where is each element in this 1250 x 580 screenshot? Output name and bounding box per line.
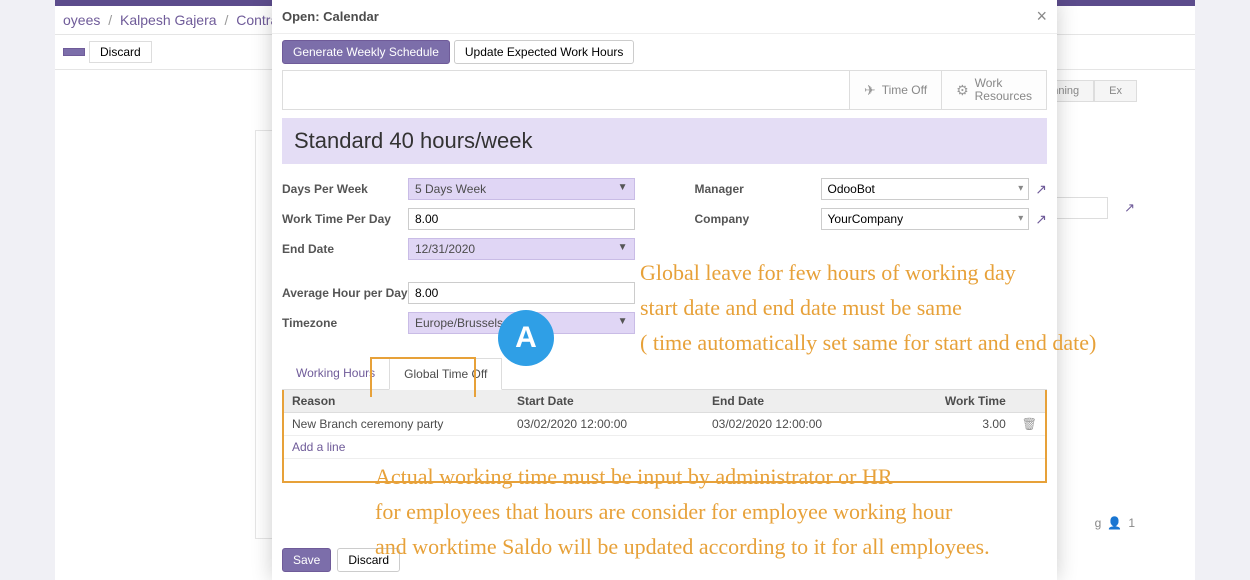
time-off-stat-button[interactable]: ✈ Time Off — [849, 71, 941, 109]
th-start-date: Start Date — [509, 390, 704, 413]
company-input[interactable] — [821, 208, 1030, 230]
status-ex[interactable]: Ex — [1094, 80, 1137, 102]
cell-start[interactable]: 03/02/2020 12:00:00 — [509, 413, 704, 436]
annotation-badge-a: A — [498, 310, 554, 366]
work-resources-stat-button[interactable]: ⚙ Work Resources — [941, 71, 1046, 109]
add-line-row: Add a line — [284, 436, 1045, 459]
close-icon[interactable]: × — [1036, 6, 1047, 27]
company-label: Company — [695, 212, 821, 228]
modal-title: Open: Calendar — [282, 9, 379, 24]
annotation-text-1: Global leave for few hours of working da… — [640, 255, 1210, 361]
save-button[interactable]: Save — [282, 548, 331, 572]
external-link-icon[interactable]: ↗ — [1035, 211, 1047, 228]
external-link-icon[interactable]: ↗ — [1035, 181, 1047, 198]
stat-buttons: ✈ Time Off ⚙ Work Resources — [282, 70, 1047, 110]
end-date-input[interactable]: 12/31/2020 — [408, 238, 635, 260]
chevron-down-icon[interactable]: ▾ — [1018, 183, 1023, 194]
th-reason: Reason — [284, 390, 509, 413]
cell-end[interactable]: 03/02/2020 12:00:00 — [704, 413, 894, 436]
days-per-week-select[interactable]: 5 Days Week — [408, 178, 635, 200]
chevron-down-icon[interactable]: ▾ — [1018, 213, 1023, 224]
timezone-label: Timezone — [282, 316, 408, 332]
cell-reason[interactable]: New Branch ceremony party — [284, 413, 509, 436]
gears-icon: ⚙ — [956, 82, 969, 99]
table-header-row: Reason Start Date End Date Work Time — [284, 390, 1045, 413]
avg-hour-per-day-label: Average Hour per Day — [282, 286, 408, 302]
annotation-text-2: Actual working time must be input by adm… — [375, 459, 1210, 565]
update-expected-work-hours-button[interactable]: Update Expected Work Hours — [454, 40, 635, 64]
modal-tabs: Working Hours Global Time Off — [282, 358, 1047, 390]
save-button[interactable] — [63, 48, 85, 56]
add-line-link[interactable]: Add a line — [284, 436, 1045, 459]
tab-global-time-off[interactable]: Global Time Off — [389, 358, 502, 390]
days-per-week-label: Days Per Week — [282, 182, 408, 198]
time-off-label: Time Off — [882, 83, 927, 97]
end-date-label: End Date — [282, 242, 408, 258]
manager-label: Manager — [695, 182, 821, 198]
external-link-icon[interactable]: ↗ — [1124, 200, 1135, 216]
tab-working-hours[interactable]: Working Hours — [282, 358, 389, 389]
modal-header: Open: Calendar × — [272, 0, 1057, 34]
breadcrumb-part[interactable]: Kalpesh Gajera — [120, 12, 217, 28]
breadcrumb-part[interactable]: oyees — [63, 12, 100, 28]
table-row[interactable]: New Branch ceremony party 03/02/2020 12:… — [284, 413, 1045, 436]
trash-icon[interactable]: 🗑 — [1022, 417, 1037, 431]
th-work-time: Work Time — [894, 390, 1014, 413]
generate-weekly-schedule-button[interactable]: Generate Weekly Schedule — [282, 40, 450, 64]
manager-input[interactable] — [821, 178, 1030, 200]
th-end-date: End Date — [704, 390, 894, 413]
work-time-per-day-label: Work Time Per Day — [282, 212, 408, 228]
calendar-name-input[interactable] — [282, 118, 1047, 164]
work-time-per-day-input[interactable] — [408, 208, 635, 230]
resources-label: Resources — [975, 90, 1032, 103]
form-left-col: Days Per Week 5 Days Week Work Time Per … — [282, 178, 635, 342]
cell-worktime[interactable]: 3.00 — [894, 413, 1014, 436]
plane-icon: ✈ — [864, 82, 876, 99]
discard-button[interactable]: Discard — [89, 41, 152, 63]
avg-hour-per-day-input[interactable] — [408, 282, 635, 304]
